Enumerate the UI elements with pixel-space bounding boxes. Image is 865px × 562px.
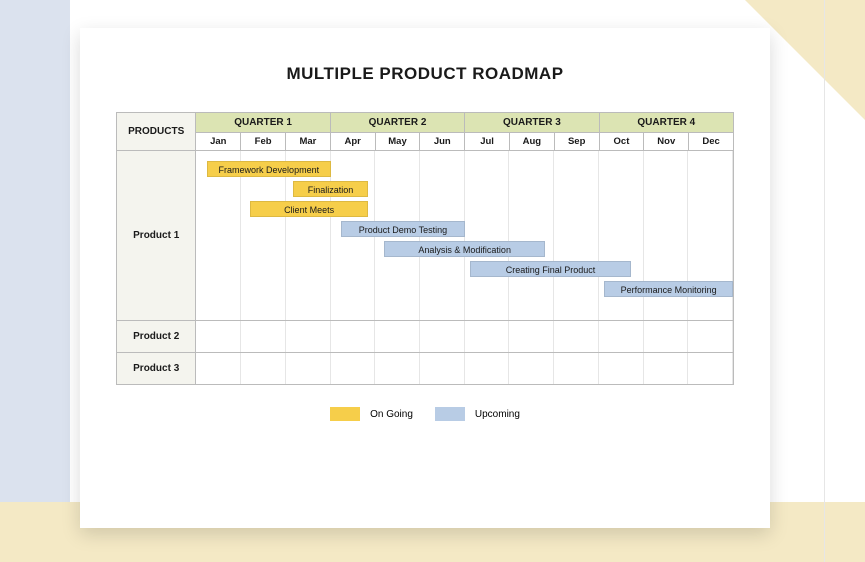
- quarter-header-4: QUARTER 4: [599, 113, 733, 133]
- bg-left-panel: [0, 0, 70, 562]
- month-header: Dec: [689, 133, 734, 151]
- swatch-ongoing-icon: [330, 407, 360, 421]
- product-label-3: Product 3: [117, 353, 196, 385]
- timeline-wrap: Framework Development Finalization Clien…: [196, 151, 733, 320]
- legend: On Going Upcoming: [116, 407, 734, 421]
- product-label-2: Product 2: [117, 321, 196, 353]
- quarter-header-2: QUARTER 2: [330, 113, 464, 133]
- gantt-bar: Performance Monitoring: [604, 281, 733, 297]
- document-card: MULTIPLE PRODUCT ROADMAP PRODUCTS QUARTE…: [80, 28, 770, 528]
- month-header: Nov: [644, 133, 689, 151]
- gantt-bar: Client Meets: [250, 201, 368, 217]
- month-header: May: [375, 133, 420, 151]
- product-label-1: Product 1: [117, 151, 196, 321]
- bg-vertical-line: [824, 0, 825, 562]
- table-header: PRODUCTS QUARTER 1 QUARTER 2 QUARTER 3 Q…: [117, 113, 734, 151]
- month-header: Oct: [599, 133, 644, 151]
- quarter-header-1: QUARTER 1: [196, 113, 330, 133]
- gantt-bar: Framework Development: [207, 161, 330, 177]
- gantt-bar: Product Demo Testing: [341, 221, 464, 237]
- month-header: Apr: [330, 133, 375, 151]
- table-row: Product 2: [117, 321, 734, 353]
- month-header: Jun: [420, 133, 465, 151]
- table-row: Product 1 Framework Development Finaliza…: [117, 151, 734, 321]
- swatch-upcoming-icon: [435, 407, 465, 421]
- roadmap-table: PRODUCTS QUARTER 1 QUARTER 2 QUARTER 3 Q…: [116, 112, 734, 385]
- month-header: Mar: [286, 133, 331, 151]
- gantt-area-product-1: Framework Development Finalization Clien…: [196, 151, 734, 321]
- gantt-bar: Finalization: [293, 181, 368, 197]
- gantt-area-product-2: [196, 321, 734, 353]
- legend-label-ongoing: On Going: [370, 409, 413, 420]
- month-header: Sep: [554, 133, 599, 151]
- month-header: Jan: [196, 133, 241, 151]
- legend-item-ongoing: On Going: [330, 407, 413, 421]
- quarter-header-3: QUARTER 3: [465, 113, 599, 133]
- table-row: Product 3: [117, 353, 734, 385]
- page-title: MULTIPLE PRODUCT ROADMAP: [116, 64, 734, 84]
- month-header: Aug: [509, 133, 554, 151]
- legend-label-upcoming: Upcoming: [475, 409, 520, 420]
- month-header: Jul: [465, 133, 510, 151]
- gantt-bar: Creating Final Product: [470, 261, 631, 277]
- legend-item-upcoming: Upcoming: [435, 407, 520, 421]
- gantt-area-product-3: [196, 353, 734, 385]
- products-header: PRODUCTS: [117, 113, 196, 151]
- month-header: Feb: [241, 133, 286, 151]
- gantt-bar: Analysis & Modification: [384, 241, 545, 257]
